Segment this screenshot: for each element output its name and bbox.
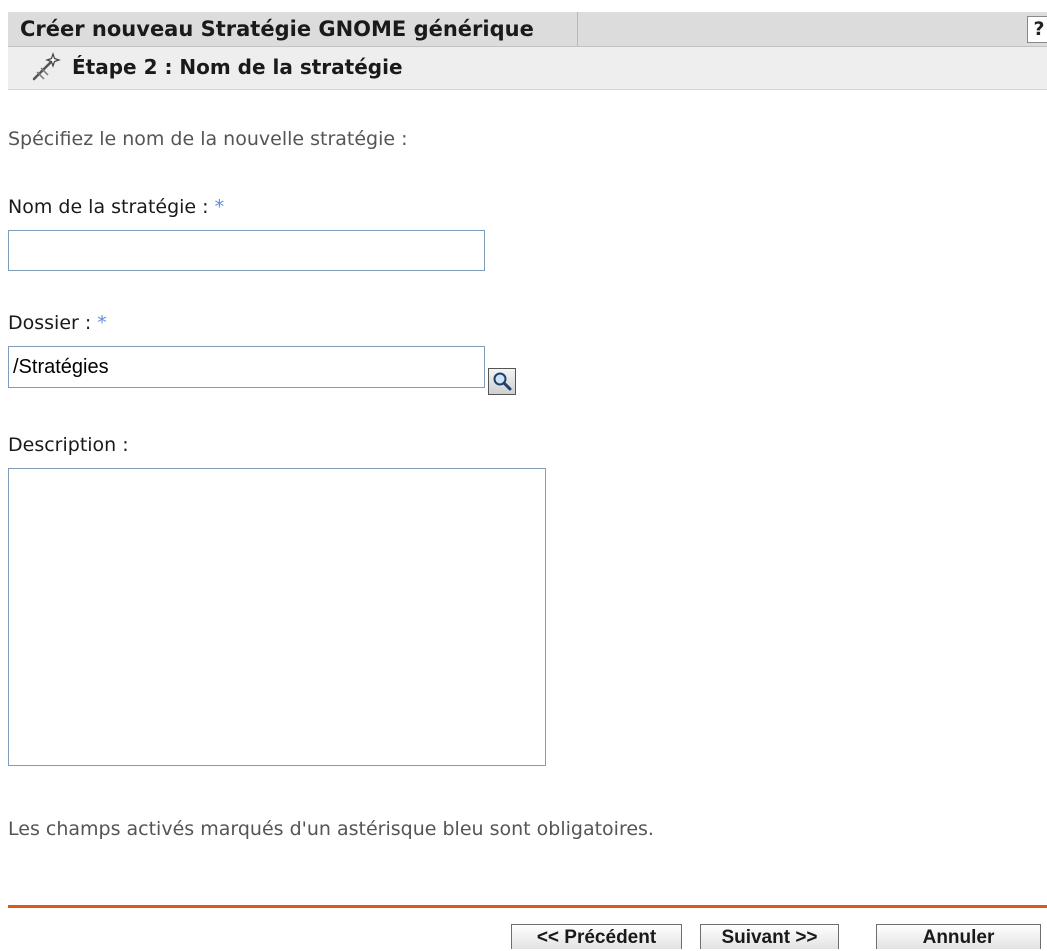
wizard-title-bar: Créer nouveau Stratégie GNOME générique … bbox=[8, 12, 1047, 47]
help-button[interactable]: ? bbox=[1027, 16, 1047, 43]
browse-folder-button[interactable] bbox=[488, 368, 516, 395]
policy-name-label-text: Nom de la stratégie : bbox=[8, 196, 209, 218]
footer-divider bbox=[8, 905, 1047, 908]
title-bar-divider bbox=[577, 12, 578, 46]
step-header: Étape 2 : Nom de la stratégie bbox=[8, 47, 1047, 90]
folder-label-text: Dossier : bbox=[8, 312, 92, 334]
policy-name-input[interactable] bbox=[8, 230, 485, 271]
required-asterisk: * bbox=[97, 312, 107, 334]
next-button[interactable]: Suivant >> bbox=[700, 924, 839, 949]
wizard-title: Créer nouveau Stratégie GNOME générique bbox=[20, 17, 534, 41]
required-asterisk: * bbox=[214, 196, 225, 218]
description-textarea[interactable] bbox=[8, 468, 546, 766]
intro-text: Spécifiez le nom de la nouvelle stratégi… bbox=[8, 128, 408, 150]
cancel-button[interactable]: Annuler bbox=[876, 924, 1041, 949]
wizard-wand-icon bbox=[30, 52, 62, 84]
step-title: Étape 2 : Nom de la stratégie bbox=[72, 55, 403, 79]
required-fields-note: Les champs activés marqués d'un astérisq… bbox=[8, 818, 654, 840]
previous-button[interactable]: << Précédent bbox=[511, 924, 682, 949]
folder-label: Dossier : * bbox=[8, 312, 107, 334]
folder-input[interactable] bbox=[8, 346, 485, 388]
magnifier-icon bbox=[493, 372, 512, 391]
policy-name-label: Nom de la stratégie : * bbox=[8, 196, 224, 218]
description-label: Description : bbox=[8, 434, 129, 456]
